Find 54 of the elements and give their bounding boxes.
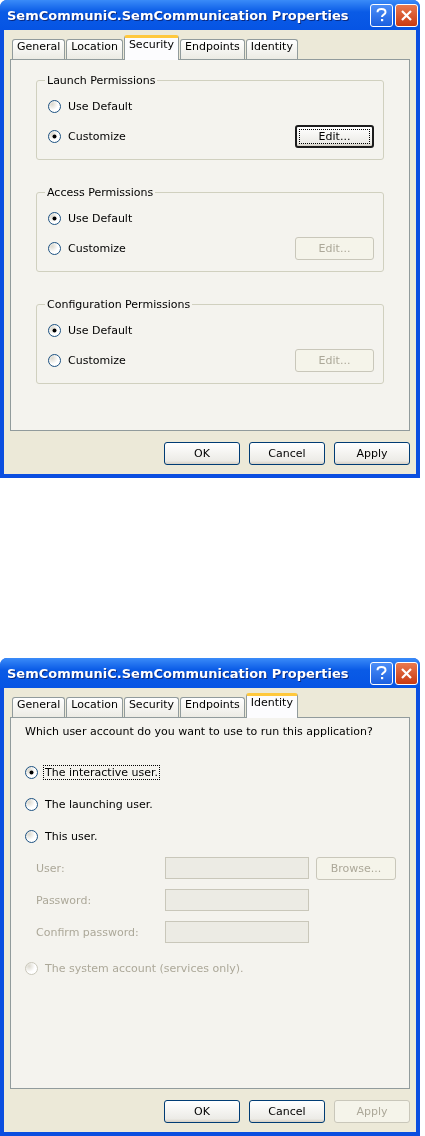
tab[interactable]: Endpoints: [180, 39, 245, 59]
question-text: Which user account do you want to use to run this application?: [25, 724, 374, 738]
dialog-button[interactable]: Cancel: [249, 442, 325, 465]
tab[interactable]: Identity: [245, 693, 298, 718]
dialog-button[interactable]: OK: [164, 442, 240, 465]
help-button[interactable]: [370, 3, 393, 27]
help-button[interactable]: [370, 661, 393, 685]
tab[interactable]: General: [12, 697, 66, 717]
group-title: Access Permissions: [46, 186, 155, 199]
dialog-button[interactable]: Cancel: [249, 1100, 325, 1123]
window-title: SemCommuniC.SemCommunication Properties: [6, 665, 350, 681]
group-title: Configuration Permissions: [46, 298, 192, 311]
tab[interactable]: General: [12, 39, 66, 59]
input-field[interactable]: [165, 857, 309, 879]
radio-button[interactable]: [25, 765, 38, 779]
radio-button[interactable]: [48, 211, 61, 225]
close-icon: [401, 9, 412, 21]
input-field[interactable]: [165, 921, 309, 943]
close-icon: [401, 667, 412, 679]
close-button[interactable]: [395, 3, 418, 27]
help-icon: [376, 666, 387, 680]
radio-button[interactable]: [25, 797, 38, 811]
tab[interactable]: Endpoints: [180, 697, 245, 717]
radio-label[interactable]: The interactive user.: [44, 765, 159, 779]
radio-label[interactable]: Customize: [67, 241, 127, 255]
dialog-button[interactable]: OK: [164, 1100, 240, 1123]
radio-button[interactable]: [48, 129, 61, 143]
tab[interactable]: Identity: [245, 39, 298, 59]
radio-label[interactable]: The launching user.: [44, 797, 154, 811]
edit-button[interactable]: Edit...: [295, 124, 374, 148]
radio-label[interactable]: Use Default: [67, 99, 134, 113]
tab[interactable]: Security: [123, 697, 180, 717]
tab[interactable]: Security: [123, 35, 180, 60]
input-field[interactable]: [165, 889, 309, 911]
radio-label[interactable]: Use Default: [67, 323, 134, 337]
radio-button[interactable]: [48, 353, 61, 367]
tab[interactable]: Location: [66, 39, 123, 59]
group-title: Launch Permissions: [46, 74, 157, 87]
field-label: Password:: [36, 893, 93, 907]
radio-label[interactable]: This user.: [44, 829, 99, 843]
radio-button[interactable]: [48, 99, 61, 113]
field-label: Confirm password:: [36, 925, 140, 939]
help-icon: [376, 8, 387, 22]
radio-button[interactable]: [48, 323, 61, 337]
radio-label[interactable]: Customize: [67, 353, 127, 367]
radio-label[interactable]: Use Default: [67, 211, 134, 225]
dialog-button[interactable]: Apply: [334, 442, 410, 465]
field-label: User:: [36, 861, 66, 875]
tab[interactable]: Location: [66, 697, 123, 717]
radio-label[interactable]: Customize: [67, 129, 127, 143]
radio-button[interactable]: [25, 829, 38, 843]
radio-button[interactable]: [48, 241, 61, 255]
close-button[interactable]: [395, 661, 418, 685]
window-title: SemCommuniC.SemCommunication Properties: [6, 7, 350, 23]
